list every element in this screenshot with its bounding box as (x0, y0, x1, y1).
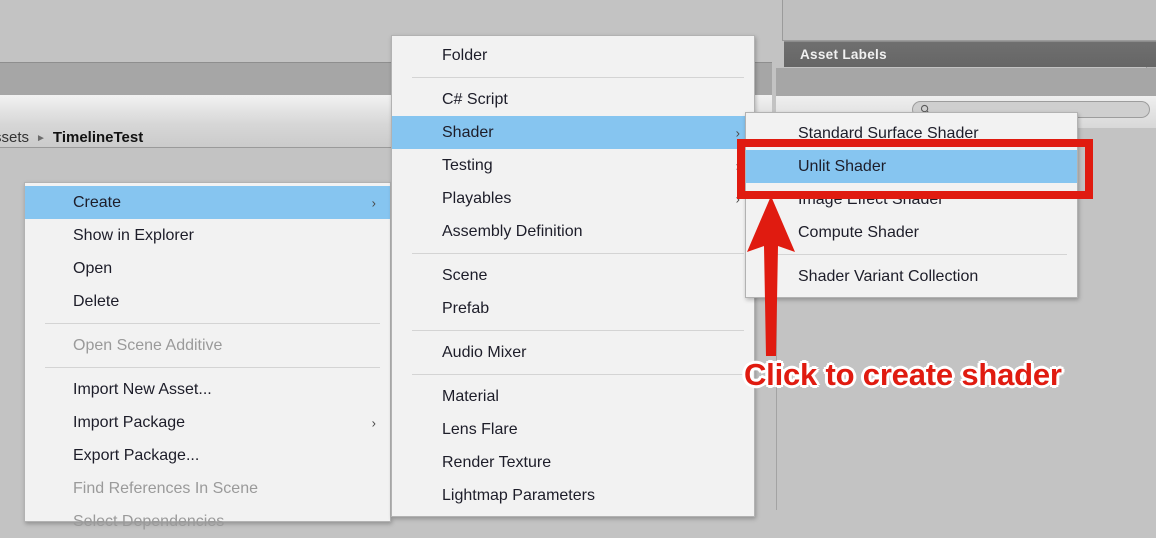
create-menu-item-scene[interactable]: Scene (392, 259, 754, 292)
menu-item-label: Create (73, 193, 122, 211)
context-menu-item-export-package[interactable]: Export Package... (25, 439, 390, 472)
context-menu-item-open[interactable]: Open (25, 252, 390, 285)
menu-separator (412, 253, 744, 254)
inspector-panel-top (782, 0, 1156, 41)
create-menu-item-shader[interactable]: Shader › (392, 116, 754, 149)
menu-item-label: Find References In Scene (73, 479, 258, 497)
shader-menu-item-unlit-shader[interactable]: Unlit Shader (746, 150, 1077, 183)
context-menu[interactable]: Create › Show in Explorer Open Delete Open Sc… (24, 182, 391, 530)
context-menu-item-create[interactable]: Create › (25, 186, 390, 219)
menu-item-label: Import Package (73, 413, 186, 431)
chevron-right-icon: › (371, 195, 376, 210)
menu-item-label: Open Scene Additive (73, 336, 223, 354)
breadcrumb[interactable]: ssets ► TimelineTest (0, 126, 143, 148)
menu-separator (766, 254, 1067, 255)
create-menu-item-lightmap-parameters[interactable]: Lightmap Parameters (392, 479, 754, 512)
menu-item-label: Export Package... (73, 446, 200, 464)
menu-separator (45, 367, 380, 368)
create-menu-item-material[interactable]: Material (392, 380, 754, 413)
context-menu-item-open-scene-additive: Open Scene Additive (25, 329, 390, 362)
menu-item-label: Shader (442, 123, 494, 141)
chevron-right-icon: › (371, 415, 376, 430)
chevron-right-icon: › (735, 158, 740, 173)
shader-menu-item-image-effect-shader[interactable]: Image Effect Shader (746, 183, 1077, 216)
menu-item-label: Open (73, 259, 113, 277)
menu-item-label: Prefab (442, 299, 490, 317)
asset-labels-header[interactable]: Asset Labels (784, 41, 1156, 67)
create-submenu[interactable]: Folder C# Script Shader › Testing › Playables ›… (391, 35, 755, 517)
menu-item-label: Shader Variant Collection (798, 267, 979, 285)
breadcrumb-root[interactable]: ssets (0, 129, 29, 146)
context-menu-item-show-in-explorer[interactable]: Show in Explorer (25, 219, 390, 252)
menu-separator (412, 77, 744, 78)
create-menu-item-folder[interactable]: Folder (392, 39, 754, 72)
menu-item-label: Unlit Shader (798, 157, 887, 175)
menu-item-label: C# Script (442, 90, 508, 108)
menu-item-label: Material (442, 387, 499, 405)
menu-item-label: Lens Flare (442, 420, 518, 438)
menu-item-label: Folder (442, 46, 488, 64)
asset-labels-header-label: Asset Labels (800, 47, 887, 62)
create-menu-item-audio-mixer[interactable]: Audio Mixer (392, 336, 754, 369)
menu-separator (412, 374, 744, 375)
inspector-panel-strip (776, 68, 1156, 97)
menu-item-label: Image Effect Shader (798, 190, 944, 208)
chevron-right-icon: › (735, 125, 740, 140)
menu-item-label: Lightmap Parameters (442, 486, 595, 504)
create-menu-item-lens-flare[interactable]: Lens Flare (392, 413, 754, 446)
context-menu-item-find-references-in-scene: Find References In Scene (25, 472, 390, 505)
shader-menu-item-compute-shader[interactable]: Compute Shader (746, 216, 1077, 249)
create-menu-item-c-script[interactable]: C# Script (392, 83, 754, 116)
breadcrumb-current[interactable]: TimelineTest (53, 129, 143, 146)
menu-item-label: Testing (442, 156, 493, 174)
menu-item-label: Show in Explorer (73, 226, 194, 244)
menu-item-label: Import New Asset... (73, 380, 212, 398)
create-menu-item-render-texture[interactable]: Render Texture (392, 446, 754, 479)
create-menu-item-prefab[interactable]: Prefab (392, 292, 754, 325)
annotation-callout-text: Click to create shader (744, 357, 1062, 392)
menu-item-label: Select Dependencies (73, 512, 225, 530)
menu-item-label: Compute Shader (798, 223, 919, 241)
menu-item-label: Render Texture (442, 453, 552, 471)
shader-submenu[interactable]: Standard Surface Shader Unlit Shader Image… (745, 112, 1078, 298)
menu-item-label: Playables (442, 189, 512, 207)
menu-separator (45, 323, 380, 324)
menu-item-label: Delete (73, 292, 120, 310)
menu-item-label: Assembly Definition (442, 222, 583, 240)
context-menu-item-import-package[interactable]: Import Package › (25, 406, 390, 439)
create-menu-item-playables[interactable]: Playables › (392, 182, 754, 215)
menu-item-label: Standard Surface Shader (798, 124, 979, 142)
breadcrumb-separator-icon: ► (36, 132, 46, 144)
create-menu-item-assembly-definition[interactable]: Assembly Definition (392, 215, 754, 248)
context-menu-item-import-new-asset[interactable]: Import New Asset... (25, 373, 390, 406)
create-menu-item-testing[interactable]: Testing › (392, 149, 754, 182)
shader-menu-item-shader-variant-collection[interactable]: Shader Variant Collection (746, 260, 1077, 293)
menu-item-label: Scene (442, 266, 488, 284)
menu-separator (412, 330, 744, 331)
shader-menu-item-standard-surface-shader[interactable]: Standard Surface Shader (746, 117, 1077, 150)
menu-item-label: Audio Mixer (442, 343, 527, 361)
chevron-right-icon: › (735, 191, 740, 206)
context-menu-item-delete[interactable]: Delete (25, 285, 390, 318)
